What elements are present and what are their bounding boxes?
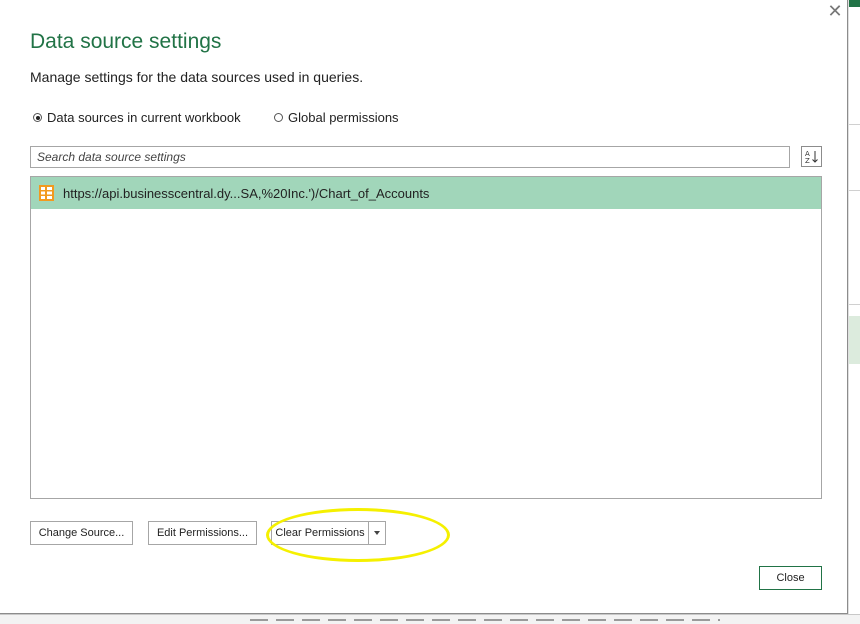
background-window-edge [848,0,860,623]
radio-unselected-icon[interactable] [274,113,283,122]
background-text-fragment [250,619,720,621]
data-source-list: https://api.businesscentral.dy...SA,%20I… [30,176,822,499]
sort-az-button[interactable]: A Z [801,146,822,167]
close-icon[interactable]: ✕ [826,3,844,21]
list-item[interactable]: https://api.businesscentral.dy...SA,%20I… [31,177,821,209]
chevron-down-icon [374,531,380,535]
radio-selected-icon[interactable] [33,113,42,122]
data-source-settings-dialog: ✕ Data source settings Manage settings f… [0,0,848,614]
background-selection-band [849,316,860,364]
svg-text:Z: Z [805,157,810,165]
radio-global-permissions[interactable]: Global permissions [274,110,399,125]
edit-permissions-button[interactable]: Edit Permissions... [148,521,257,545]
clear-permissions-dropdown[interactable] [368,521,386,545]
table-icon [39,185,54,201]
radio-current-workbook[interactable]: Data sources in current workbook [33,110,241,125]
dialog-subtitle: Manage settings for the data sources use… [30,69,364,85]
clear-permissions-button[interactable]: Clear Permissions [271,521,369,545]
background-ribbon-accent [849,0,860,7]
close-button[interactable]: Close [759,566,822,590]
data-source-url: https://api.businesscentral.dy...SA,%20I… [63,185,430,201]
background-divider [849,190,860,191]
radio-global-permissions-label: Global permissions [288,110,399,125]
search-input[interactable] [30,146,790,168]
background-divider [849,124,860,125]
sort-az-icon: A Z [805,150,818,165]
background-divider [849,304,860,305]
change-source-button[interactable]: Change Source... [30,521,133,545]
dialog-title: Data source settings [30,30,222,53]
radio-current-workbook-label: Data sources in current workbook [47,110,241,125]
